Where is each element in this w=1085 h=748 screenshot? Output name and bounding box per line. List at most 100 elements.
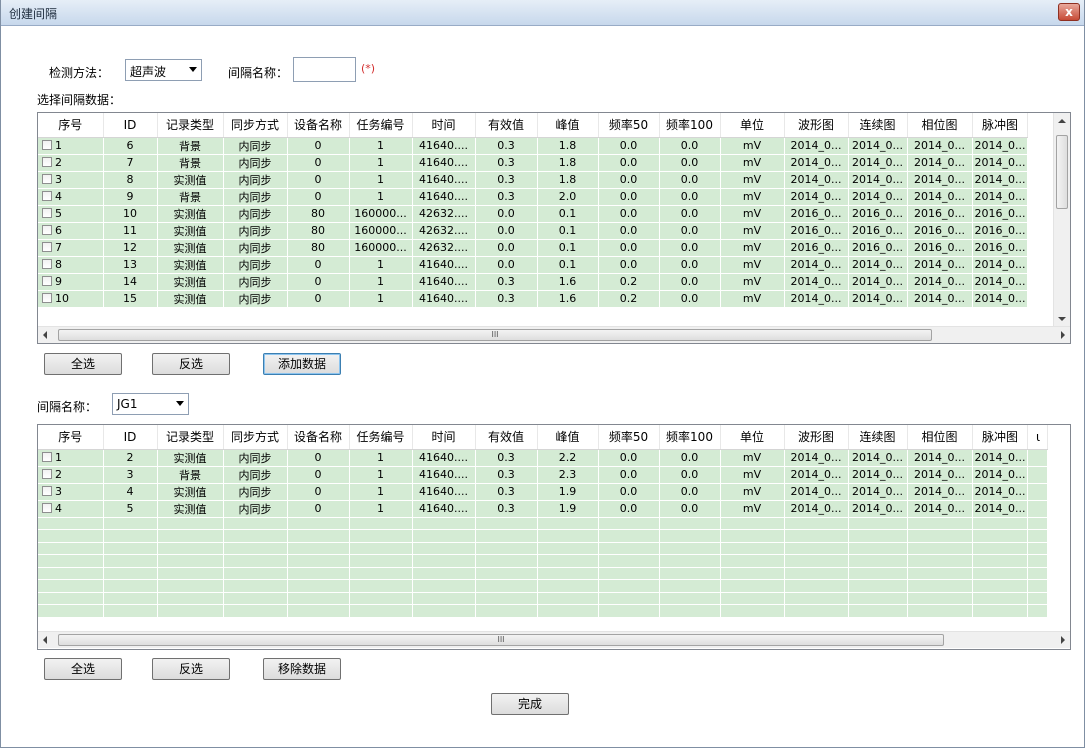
row-checkbox[interactable] — [42, 293, 52, 303]
column-header[interactable]: 任务编号 — [349, 425, 413, 450]
table-row[interactable]: 1 2 实测值 内同步 0 1 41640.... 0.3 2.2 0.0 0.0 mV 2014_0.… — [38, 449, 1049, 467]
column-header[interactable]: 单位 — [720, 113, 785, 138]
column-header[interactable]: 脉冲图 — [972, 113, 1029, 138]
table-row[interactable]: 7 12 实测值 内同步 80 160000... 42632.... 0.0 0.1 0.0 0.… — [38, 239, 1029, 257]
column-header[interactable]: 连续图 — [848, 113, 908, 138]
table-row[interactable]: 8 13 实测值 内同步 0 1 41640.... 0.0 0.1 0.0 0.0 mV 2014_0… — [38, 256, 1029, 274]
column-header[interactable]: 同步方式 — [223, 113, 288, 138]
row-checkbox[interactable] — [42, 259, 52, 269]
row-checkbox[interactable] — [42, 452, 52, 462]
close-button[interactable]: x — [1058, 3, 1080, 21]
table-row[interactable]: 1 6 背景 内同步 0 1 41640.... 0.3 1.8 0.0 0.0 mV 2014_0..… — [38, 137, 1029, 155]
select-all-button[interactable]: 全选 — [44, 353, 122, 375]
vertical-scroll-thumb[interactable] — [1056, 135, 1068, 209]
column-header[interactable]: 波形图 — [784, 113, 849, 138]
select-all-button[interactable]: 全选 — [44, 658, 122, 680]
interval-name-input[interactable] — [293, 57, 356, 82]
column-header[interactable]: 记录类型 — [157, 113, 224, 138]
row-checkbox[interactable] — [42, 140, 52, 150]
table-row[interactable]: 2 3 背景 内同步 0 1 41640.... 0.3 2.3 0.0 0.0 mV 2014_0..… — [38, 466, 1049, 484]
scroll-right-icon[interactable] — [1061, 331, 1065, 339]
row-checkbox[interactable] — [42, 486, 52, 496]
column-header[interactable]: 单位 — [720, 425, 785, 450]
table-cell: 2014_0... — [972, 137, 1029, 155]
table-row[interactable]: 6 11 实测值 内同步 80 160000... 42632.... 0.0 0.1 0.0 0.… — [38, 222, 1029, 240]
available-data-grid[interactable]: 序号 ID 记录类型 同步方式 设备名称 任务编号 时间 有效值 峰值 频率50 频率100 单位 波形… — [37, 112, 1071, 344]
finish-button[interactable]: 完成 — [491, 693, 569, 715]
row-checkbox[interactable] — [42, 225, 52, 235]
column-header[interactable]: 任务编号 — [349, 113, 413, 138]
row-checkbox[interactable] — [42, 242, 52, 252]
detection-method-select[interactable]: 超声波 — [125, 59, 202, 81]
empty-row — [38, 592, 1049, 605]
table-row[interactable]: 3 4 实测值 内同步 0 1 41640.... 0.3 1.9 0.0 0.0 mV 2014_0.… — [38, 483, 1049, 501]
column-header[interactable]: 序号 — [38, 425, 104, 450]
column-header[interactable]: 相位图 — [907, 113, 973, 138]
horizontal-scrollbar[interactable]: III — [38, 631, 1070, 648]
add-data-button[interactable]: 添加数据 — [263, 353, 341, 375]
row-checkbox[interactable] — [42, 208, 52, 218]
column-header[interactable]: 频率100 — [659, 113, 721, 138]
column-header[interactable]: ID — [103, 425, 158, 450]
table-row[interactable]: 2 7 背景 内同步 0 1 41640.... 0.3 1.8 0.0 0.0 mV 2014_0..… — [38, 154, 1029, 172]
table-cell: 2014_0... — [907, 137, 973, 155]
column-header[interactable]: 脉冲图 — [972, 425, 1029, 450]
column-header[interactable]: ID — [103, 113, 158, 138]
table-cell: 2014_0... — [972, 256, 1029, 274]
column-header[interactable]: 设备名称 — [287, 425, 350, 450]
table-cell: 2016_0... — [972, 205, 1029, 223]
table-row[interactable]: 4 9 背景 内同步 0 1 41640.... 0.3 2.0 0.0 0.0 mV 2014_0..… — [38, 188, 1029, 206]
table-row[interactable]: 3 8 实测值 内同步 0 1 41640.... 0.3 1.8 0.0 0.0 mV 2014_0.… — [38, 171, 1029, 189]
row-checkbox[interactable] — [42, 503, 52, 513]
column-header[interactable]: 有效值 — [475, 425, 538, 450]
interval-select[interactable]: JG1 — [112, 393, 189, 415]
scroll-up-icon[interactable] — [1058, 119, 1066, 123]
table-row[interactable]: 9 14 实测值 内同步 0 1 41640.... 0.3 1.6 0.2 0.0 mV 2014_0… — [38, 273, 1029, 291]
scroll-left-icon[interactable] — [43, 636, 47, 644]
column-header[interactable]: 波形图 — [784, 425, 849, 450]
column-header[interactable]: 时间 — [412, 113, 476, 138]
table-cell: 9 — [103, 188, 158, 206]
vertical-scrollbar[interactable] — [1053, 113, 1070, 327]
column-header[interactable]: 设备名称 — [287, 113, 350, 138]
column-header[interactable]: 同步方式 — [223, 425, 288, 450]
remove-data-button[interactable]: 移除数据 — [263, 658, 341, 680]
horizontal-scrollbar[interactable]: III — [38, 326, 1070, 343]
invert-selection-button[interactable]: 反选 — [152, 353, 230, 375]
scroll-left-icon[interactable] — [43, 331, 47, 339]
column-header[interactable]: 频率50 — [598, 425, 660, 450]
column-header[interactable]: 时间 — [412, 425, 476, 450]
table-row[interactable]: 5 10 实测值 内同步 80 160000... 42632.... 0.0 0.1 0.0 0.… — [38, 205, 1029, 223]
empty-cell — [784, 542, 849, 555]
table-cell: mV — [720, 500, 785, 518]
table-row[interactable]: 4 5 实测值 内同步 0 1 41640.... 0.3 1.9 0.0 0.0 mV 2014_0.… — [38, 500, 1049, 518]
scroll-down-icon[interactable] — [1058, 317, 1066, 321]
invert-selection-button[interactable]: 反选 — [152, 658, 230, 680]
column-header[interactable]: 频率50 — [598, 113, 660, 138]
column-header[interactable]: 有效值 — [475, 113, 538, 138]
column-header[interactable]: 序号 — [38, 113, 104, 138]
scroll-right-icon[interactable] — [1061, 636, 1065, 644]
column-header[interactable]: 频率100 — [659, 425, 721, 450]
row-checkbox[interactable] — [42, 276, 52, 286]
column-header[interactable]: 记录类型 — [157, 425, 224, 450]
horizontal-scroll-thumb[interactable]: III — [58, 329, 932, 341]
empty-cell — [659, 579, 721, 593]
table-cell: 0.3 — [475, 449, 538, 467]
row-checkbox[interactable] — [42, 191, 52, 201]
table-row[interactable]: 10 15 实测值 内同步 0 1 41640.... 0.3 1.6 0.2 0.0 mV 2014_… — [38, 290, 1029, 308]
row-checkbox[interactable] — [42, 157, 52, 167]
column-header[interactable]: 相位图 — [907, 425, 973, 450]
table-cell: 1 — [349, 466, 413, 484]
row-checkbox[interactable] — [42, 469, 52, 479]
column-header[interactable]: ι — [1027, 425, 1049, 450]
column-header[interactable]: 峰值 — [537, 425, 599, 450]
row-number: 6 — [55, 224, 62, 237]
table-cell: 1 — [349, 290, 413, 308]
interval-data-grid[interactable]: 序号 ID 记录类型 同步方式 设备名称 任务编号 时间 有效值 峰值 频率50 频率100 单位 波形… — [37, 424, 1071, 650]
column-header[interactable]: 峰值 — [537, 113, 599, 138]
empty-cell — [972, 592, 1029, 605]
row-checkbox[interactable] — [42, 174, 52, 184]
horizontal-scroll-thumb[interactable]: III — [58, 634, 944, 646]
column-header[interactable]: 连续图 — [848, 425, 908, 450]
